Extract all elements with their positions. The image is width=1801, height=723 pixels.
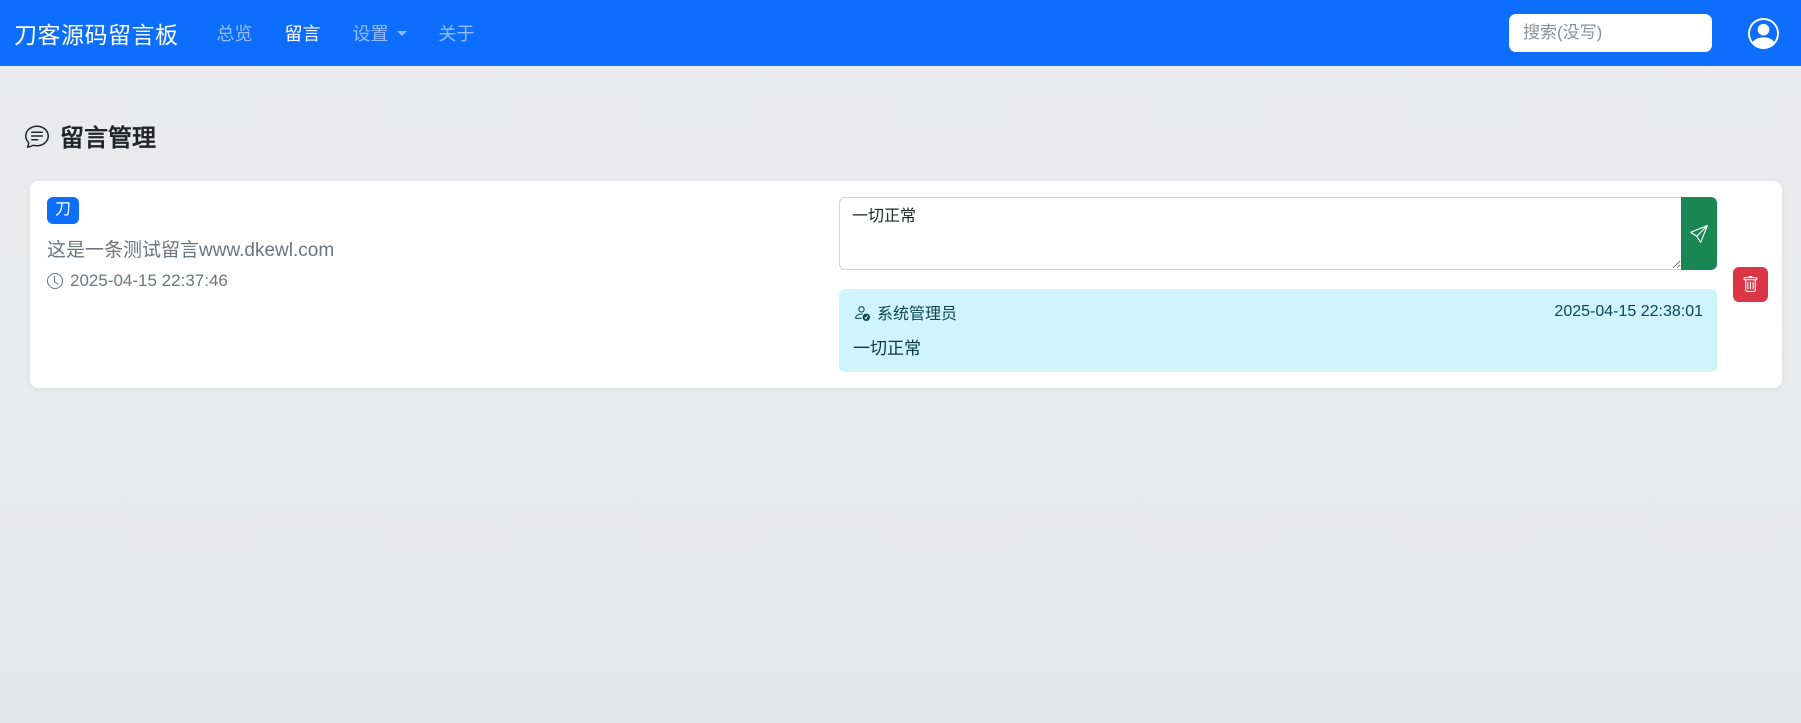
search-input[interactable] (1509, 14, 1712, 52)
page-title-text: 留言管理 (60, 118, 156, 153)
reply-time: 2025-04-15 22:38:01 (1554, 303, 1703, 321)
delete-message-button[interactable] (1733, 267, 1768, 302)
reply-input-group: 一切正常 (839, 197, 1717, 270)
trash-icon (1742, 276, 1759, 293)
admin-reply-bubble: 系统管理员 2025-04-15 22:38:01 一切正常 (839, 289, 1717, 372)
brand-title[interactable]: 刀客源码留言板 (14, 16, 179, 50)
reply-textarea[interactable]: 一切正常 (839, 197, 1681, 270)
reply-author-name: 系统管理员 (877, 300, 957, 324)
nav-item-settings-dropdown[interactable]: 设置 (353, 12, 407, 54)
reply-author: 系统管理员 (853, 300, 957, 324)
chevron-down-icon (397, 31, 407, 36)
nav-item-settings-label: 设置 (353, 20, 389, 46)
nav-item-about[interactable]: 关于 (439, 12, 475, 54)
person-check-icon (853, 304, 870, 321)
message-info: 刀 这是一条测试留言www.dkewl.com 2025-04-15 22:37… (47, 197, 823, 291)
message-row: 刀 这是一条测试留言www.dkewl.com 2025-04-15 22:37… (47, 197, 1768, 372)
nav-item-overview[interactable]: 总览 (217, 12, 253, 54)
reply-column: 一切正常 (839, 197, 1717, 372)
clock-icon (47, 273, 63, 289)
nav-links: 总览 留言 设置 关于 (217, 12, 507, 54)
reply-content: 一切正常 (853, 334, 1703, 359)
chat-text-icon (25, 124, 49, 148)
paper-plane-send-icon (1690, 225, 1708, 243)
person-circle-icon[interactable] (1748, 18, 1779, 49)
message-content: 这是一条测试留言www.dkewl.com (47, 235, 823, 262)
send-reply-button[interactable] (1681, 197, 1717, 270)
main-content: 留言管理 刀 这是一条测试留言www.dkewl.com 2025-04-15 … (0, 118, 1801, 388)
reply-header: 系统管理员 2025-04-15 22:38:01 (853, 300, 1703, 324)
nav-item-messages[interactable]: 留言 (285, 12, 321, 54)
page-title: 留言管理 (25, 118, 1782, 153)
message-time: 2025-04-15 22:37:46 (47, 271, 823, 291)
top-navbar: 刀客源码留言板 总览 留言 设置 关于 (0, 0, 1801, 66)
message-time-text: 2025-04-15 22:37:46 (70, 271, 228, 291)
message-card: 刀 这是一条测试留言www.dkewl.com 2025-04-15 22:37… (30, 181, 1782, 388)
author-badge: 刀 (47, 197, 79, 224)
